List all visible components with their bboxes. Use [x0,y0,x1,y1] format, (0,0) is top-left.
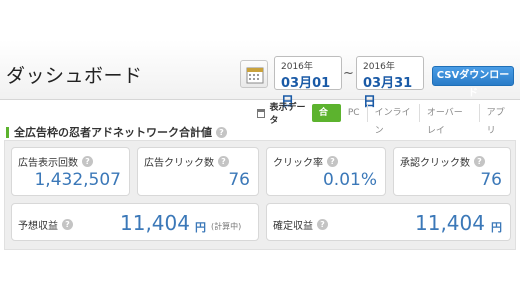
help-icon[interactable]: ? [474,156,485,167]
page-title: ダッシュボード [6,65,143,87]
help-icon[interactable]: ? [62,219,73,230]
metric-value: 1,432,507 [34,170,121,190]
estimated-revenue-label: 予想収益 [18,221,58,232]
metric-label: 広告表示回数 [18,158,78,169]
tab-total[interactable]: 合計 [311,104,341,136]
summary-panel: 広告表示回数? 1,432,507 広告クリック数? 76 クリック率? 0.0… [4,140,516,250]
help-icon[interactable]: ? [82,156,93,167]
date-range-separator: ~ [343,66,354,81]
estimated-revenue-amount: 11,404 [120,211,190,235]
start-date-year: 2016年 [281,62,313,72]
metric-card-impressions: 広告表示回数? 1,432,507 [11,147,130,196]
estimated-revenue-card: 予想収益? 11,404 円 (計算中) [11,203,259,241]
metric-value: 76 [480,170,502,190]
start-date-field[interactable]: 2016年 03月01日 [274,56,342,110]
end-date-field[interactable]: 2016年 03月31日 [356,56,424,110]
confirmed-revenue-amount: 11,404 [415,211,485,235]
metric-card-clicks: 広告クリック数? 76 [137,147,259,196]
summary-heading: 全広告枠の忍者アドネットワーク合計値 ? [6,124,227,140]
metric-label: クリック率 [273,158,323,169]
data-view-label-text: 表示データ [269,103,306,126]
metric-label: 承認クリック数 [400,158,470,169]
data-tabs: 表示データ 合計 PC インライン オーバーレイ アプリ [251,103,516,136]
heading-marker [6,126,9,138]
tab-pc[interactable]: PC [341,104,367,122]
data-view-icon [257,108,266,118]
metric-label: 広告クリック数 [144,158,214,169]
help-icon[interactable]: ? [317,219,328,230]
confirmed-revenue-label: 確定収益 [273,221,313,232]
tab-overlay[interactable]: オーバーレイ [418,104,479,136]
data-view-label: 表示データ [251,100,312,126]
summary-title: 全広告枠の忍者アドネットワーク合計値 [14,126,212,139]
metric-card-ctr: クリック率? 0.01% [266,147,386,196]
tab-inline[interactable]: インライン [366,104,419,136]
estimated-revenue-currency: 円 [195,221,206,234]
tab-app[interactable]: アプリ [478,104,516,136]
confirmed-revenue-card: 確定収益? 11,404 円 [266,203,511,241]
estimated-revenue-note: (計算中) [211,222,242,231]
confirmed-revenue-currency: 円 [491,221,502,234]
help-icon[interactable]: ? [218,156,229,167]
end-date-year: 2016年 [363,62,395,72]
metric-value: 76 [228,170,250,190]
help-icon[interactable]: ? [216,126,227,138]
metric-value: 0.01% [322,170,377,190]
csv-download-button[interactable]: CSVダウンロード [432,66,514,99]
metric-card-approved-clicks: 承認クリック数? 76 [393,147,511,196]
help-icon[interactable]: ? [327,156,338,167]
calendar-icon[interactable] [240,60,268,88]
